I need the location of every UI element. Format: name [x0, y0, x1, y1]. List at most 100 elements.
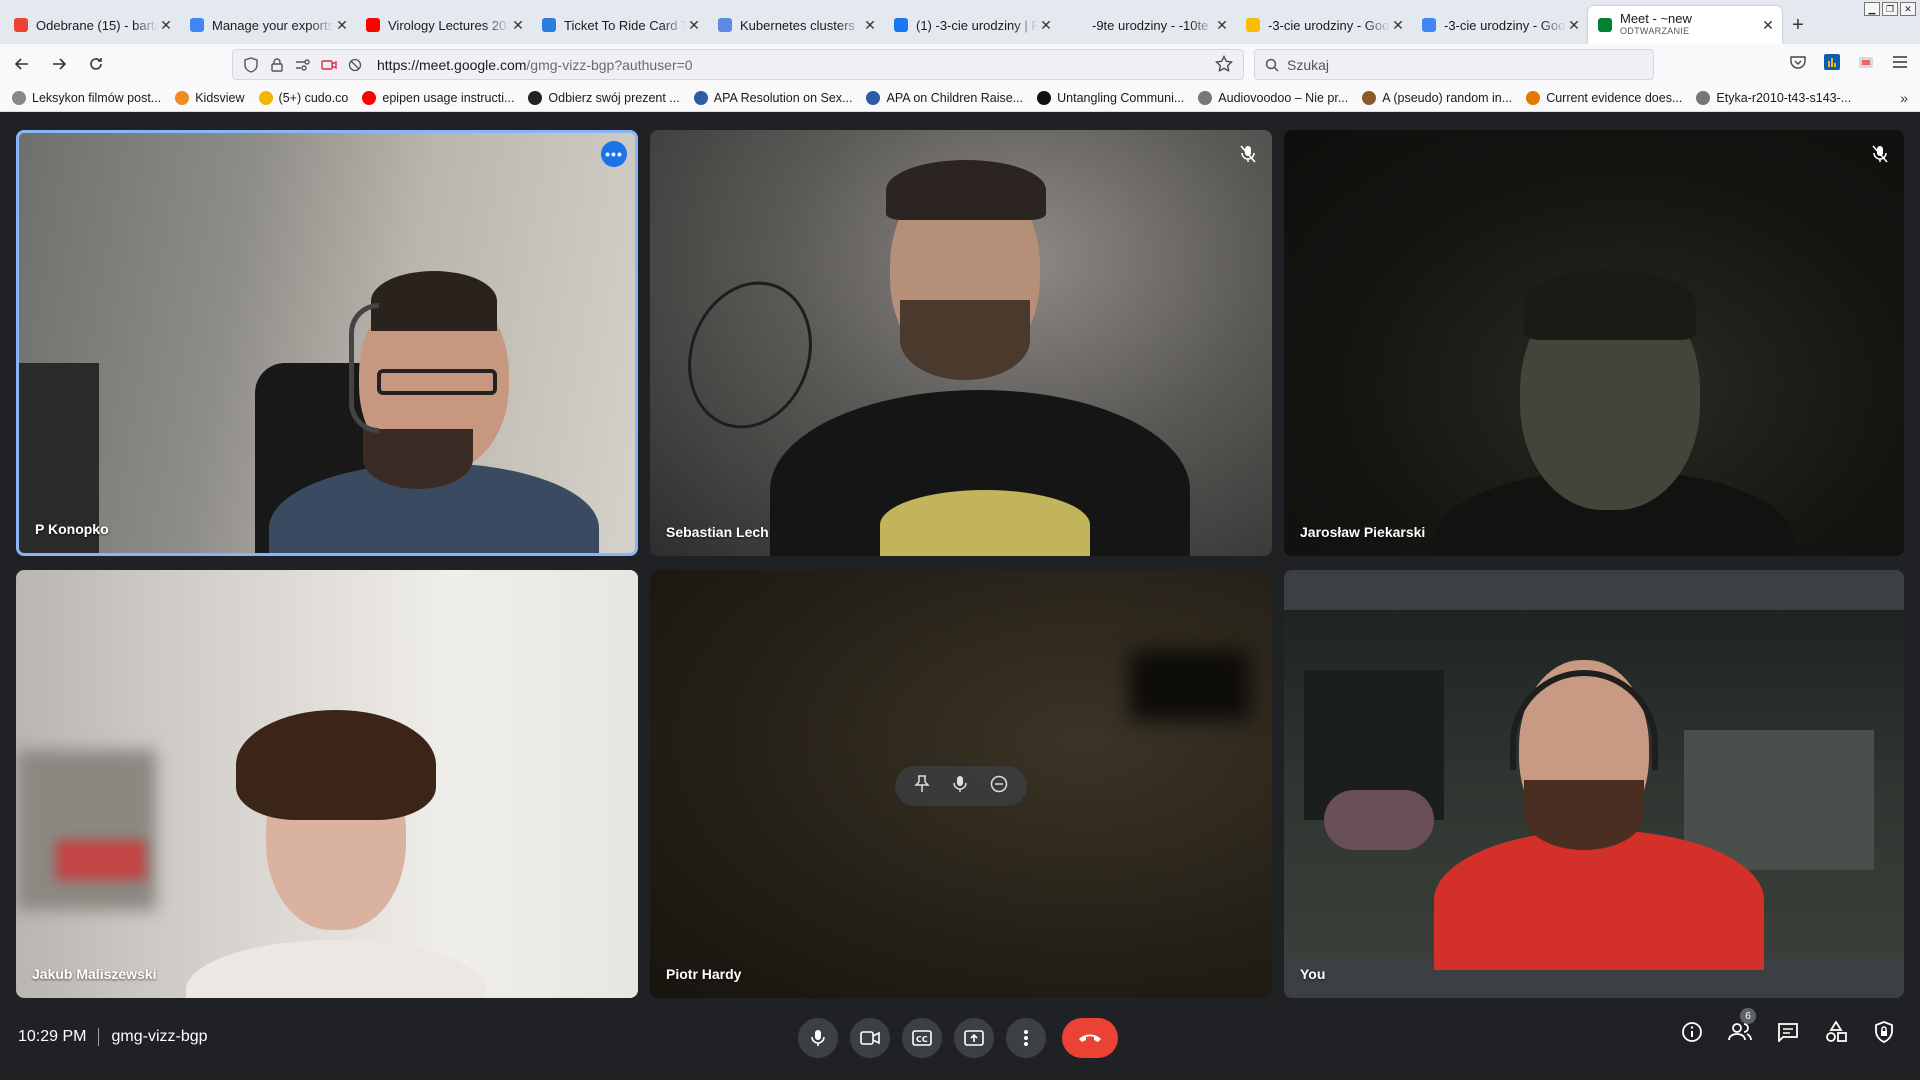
- mute-participant-button[interactable]: [953, 775, 967, 798]
- self-view-tile[interactable]: You: [1284, 570, 1904, 998]
- forward-button[interactable]: [44, 49, 74, 79]
- browser-tab[interactable]: (1) -3-cie urodziny | Fa ✕: [884, 6, 1060, 44]
- minimize-button[interactable]: ▁: [1864, 2, 1880, 16]
- participant-video: [650, 130, 1272, 556]
- bookmark-item[interactable]: Leksykon filmów post...: [12, 90, 161, 105]
- chat-button[interactable]: [1776, 1020, 1800, 1044]
- browser-tab[interactable]: -3-cie urodziny - Goog ✕: [1236, 6, 1412, 44]
- participant-name: You: [1300, 966, 1326, 982]
- more-vertical-icon: [1024, 1030, 1028, 1046]
- people-button[interactable]: 6: [1728, 1008, 1756, 1044]
- bookmarks-overflow-chevron-icon[interactable]: »: [1900, 90, 1908, 106]
- pin-button[interactable]: [914, 774, 931, 798]
- participant-video: [1284, 610, 1904, 970]
- bookmark-label: A (pseudo) random in...: [1382, 90, 1513, 105]
- bookmark-item[interactable]: epipen usage instructi...: [362, 90, 514, 105]
- participant-name: Piotr Hardy: [666, 966, 742, 982]
- leave-call-button[interactable]: [1062, 1018, 1118, 1058]
- close-tab-icon[interactable]: ✕: [158, 17, 174, 34]
- bookmark-item[interactable]: APA Resolution on Sex...: [693, 90, 852, 105]
- remove-participant-button[interactable]: [990, 775, 1008, 798]
- lock-icon[interactable]: [267, 55, 287, 75]
- close-tab-icon[interactable]: ✕: [1760, 17, 1776, 34]
- bookmark-item[interactable]: Etyka-r2010-t43-s143-...: [1696, 90, 1851, 105]
- activities-shapes-icon: [1826, 1021, 1847, 1042]
- participant-tile[interactable]: Jakub Maliszewski: [16, 570, 638, 998]
- meeting-details-button[interactable]: [1680, 1020, 1704, 1044]
- bookmark-item[interactable]: Kidsview: [175, 90, 245, 105]
- close-tab-icon[interactable]: ✕: [1038, 17, 1054, 34]
- participant-tile[interactable]: Sebastian Lech: [650, 130, 1272, 556]
- permissions-icon[interactable]: [293, 55, 313, 75]
- google-meet-icon: [1598, 18, 1612, 32]
- tab-title: Odebrane (15) - bartos: [36, 17, 158, 33]
- bookmark-item[interactable]: (5+) cudo.co: [258, 90, 349, 105]
- tab-title: Manage your exports: [212, 17, 334, 33]
- extension-chart-icon[interactable]: [1822, 52, 1842, 72]
- participant-video: [1284, 130, 1904, 556]
- activities-button[interactable]: [1824, 1020, 1848, 1044]
- bookmark-label: Kidsview: [195, 90, 245, 105]
- close-tab-icon[interactable]: ✕: [334, 17, 350, 34]
- browser-tab[interactable]: -3-cie urodziny - Goog ✕: [1412, 6, 1588, 44]
- close-tab-icon[interactable]: ✕: [862, 17, 878, 34]
- pin-icon: [914, 774, 931, 792]
- bookmark-label: (5+) cudo.co: [278, 90, 349, 105]
- bookmark-item[interactable]: Current evidence does...: [1526, 90, 1682, 105]
- microphone-button[interactable]: [798, 1018, 838, 1058]
- browser-tab[interactable]: Meet - ~new ODTWARZANIE ✕: [1588, 6, 1782, 44]
- mic-off-icon: [1236, 142, 1260, 166]
- participant-name: Jakub Maliszewski: [32, 966, 157, 982]
- participant-tile[interactable]: Piotr Hardy: [650, 570, 1272, 998]
- search-icon: [1265, 58, 1279, 72]
- address-bar[interactable]: https://meet.google.com/gmg-vizz-bgp?aut…: [232, 49, 1244, 80]
- close-tab-icon[interactable]: ✕: [510, 17, 526, 34]
- bookmark-item[interactable]: Odbierz swój prezent ...: [528, 90, 680, 105]
- maximize-button[interactable]: ❐: [1882, 2, 1898, 16]
- participant-tile[interactable]: ••• P Konopko: [16, 130, 638, 556]
- browser-tab[interactable]: Kubernetes clusters – K✕: [708, 6, 884, 44]
- captions-button[interactable]: CC: [902, 1018, 942, 1058]
- remove-circle-icon: [990, 775, 1007, 792]
- present-screen-button[interactable]: [954, 1018, 994, 1058]
- bookmark-star-icon[interactable]: [1215, 54, 1233, 78]
- search-bar[interactable]: Szukaj: [1254, 49, 1654, 80]
- bookmark-item[interactable]: APA on Children Raise...: [866, 90, 1023, 105]
- browser-tab[interactable]: -9te urodziny - -10te urod✕: [1060, 6, 1236, 44]
- tab-playing-label: ODTWARZANIE: [1620, 26, 1690, 36]
- pocket-icon[interactable]: [1788, 52, 1808, 72]
- bookmark-item[interactable]: A (pseudo) random in...: [1362, 90, 1513, 105]
- menu-hamburger-icon[interactable]: [1890, 52, 1910, 72]
- host-controls-button[interactable]: [1872, 1020, 1896, 1044]
- navigation-toolbar: https://meet.google.com/gmg-vizz-bgp?aut…: [0, 44, 1920, 84]
- close-tab-icon[interactable]: ✕: [686, 17, 702, 34]
- meeting-code[interactable]: gmg-vizz-bgp: [111, 1028, 207, 1046]
- shield-icon[interactable]: [241, 55, 261, 75]
- closed-captions-icon: CC: [912, 1030, 932, 1046]
- participant-tile[interactable]: Jarosław Piekarski: [1284, 130, 1904, 556]
- participant-name: Jarosław Piekarski: [1300, 524, 1426, 540]
- close-window-button[interactable]: ✕: [1900, 2, 1916, 16]
- tab-title: Kubernetes clusters – K: [740, 17, 862, 33]
- extension-containers-icon[interactable]: [1856, 52, 1876, 72]
- camera-active-icon[interactable]: [319, 55, 339, 75]
- close-tab-icon[interactable]: ✕: [1214, 17, 1230, 34]
- more-options-button[interactable]: •••: [601, 141, 627, 167]
- microphone-blocked-icon[interactable]: [345, 55, 365, 75]
- mic-icon: [811, 1030, 825, 1046]
- url-text[interactable]: https://meet.google.com/gmg-vizz-bgp?aut…: [377, 57, 693, 73]
- bookmark-item[interactable]: Untangling Communi...: [1037, 90, 1184, 105]
- close-tab-icon[interactable]: ✕: [1390, 17, 1406, 34]
- new-tab-button[interactable]: +: [1782, 6, 1814, 44]
- google-icon: [190, 18, 204, 32]
- camera-button[interactable]: [850, 1018, 890, 1058]
- browser-tab[interactable]: Virology Lectures 2020 ✕: [356, 6, 532, 44]
- more-options-button[interactable]: [1006, 1018, 1046, 1058]
- browser-tab[interactable]: Ticket To Ride Card Tr ✕: [532, 6, 708, 44]
- bookmark-item[interactable]: Audiovoodoo – Nie pr...: [1198, 90, 1348, 105]
- close-tab-icon[interactable]: ✕: [1566, 17, 1582, 34]
- back-button[interactable]: [7, 49, 37, 79]
- reload-button[interactable]: [81, 49, 111, 79]
- browser-tab[interactable]: Manage your exports ✕: [180, 6, 356, 44]
- browser-tab[interactable]: Odebrane (15) - bartos ✕: [4, 6, 180, 44]
